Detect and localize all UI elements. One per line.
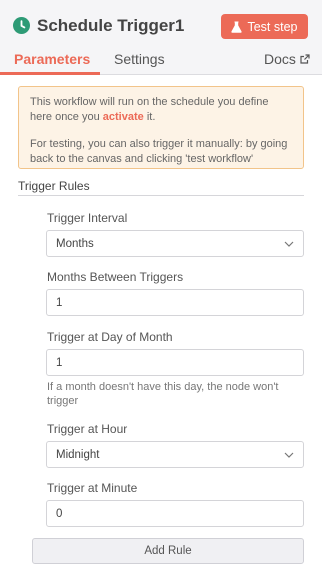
trigger-minute-value: 0 bbox=[56, 507, 63, 520]
section-title: Trigger Rules bbox=[18, 179, 90, 193]
day-of-month-input[interactable]: 1 bbox=[46, 349, 304, 376]
notice-line-2: For testing, you can also trigger it man… bbox=[30, 138, 288, 165]
node-title[interactable]: Schedule Trigger1 bbox=[37, 14, 184, 38]
trigger-minute-label: Trigger at Minute bbox=[47, 481, 138, 495]
active-tab-indicator bbox=[0, 72, 100, 75]
trigger-minute-input[interactable]: 0 bbox=[46, 500, 304, 527]
section-divider bbox=[18, 195, 304, 196]
node-header: Schedule Trigger1 Test step Parameters S… bbox=[0, 0, 322, 75]
trigger-interval-value: Months bbox=[56, 237, 94, 250]
test-step-label: Test step bbox=[247, 19, 298, 34]
trigger-hour-select[interactable]: Midnight bbox=[46, 441, 304, 468]
chevron-down-icon bbox=[284, 239, 294, 249]
test-step-button[interactable]: Test step bbox=[221, 14, 308, 39]
flask-icon bbox=[231, 21, 243, 33]
months-between-label: Months Between Triggers bbox=[47, 270, 184, 284]
chevron-down-icon bbox=[284, 450, 294, 460]
activation-notice: This workflow will run on the schedule y… bbox=[18, 86, 304, 169]
tab-docs-label: Docs bbox=[264, 51, 296, 67]
trigger-interval-label: Trigger Interval bbox=[47, 211, 128, 225]
notice-line-1: This workflow will run on the schedule y… bbox=[30, 96, 269, 123]
tab-docs[interactable]: Docs bbox=[264, 50, 310, 68]
tab-parameters[interactable]: Parameters bbox=[14, 50, 90, 68]
trigger-interval-select[interactable]: Months bbox=[46, 230, 304, 257]
activate-link[interactable]: activate bbox=[103, 111, 144, 123]
trigger-hour-label: Trigger at Hour bbox=[47, 422, 128, 436]
add-rule-button[interactable]: Add Rule bbox=[32, 538, 304, 564]
external-link-icon bbox=[300, 50, 310, 68]
day-of-month-value: 1 bbox=[56, 356, 63, 369]
clock-icon bbox=[13, 17, 30, 34]
tab-settings[interactable]: Settings bbox=[114, 50, 165, 68]
day-of-month-hint: If a month doesn't have this day, the no… bbox=[47, 381, 279, 407]
months-between-value: 1 bbox=[56, 296, 63, 309]
add-rule-label: Add Rule bbox=[144, 545, 192, 557]
trigger-hour-value: Midnight bbox=[56, 448, 100, 461]
months-between-input[interactable]: 1 bbox=[46, 289, 304, 316]
day-of-month-label: Trigger at Day of Month bbox=[47, 330, 173, 344]
